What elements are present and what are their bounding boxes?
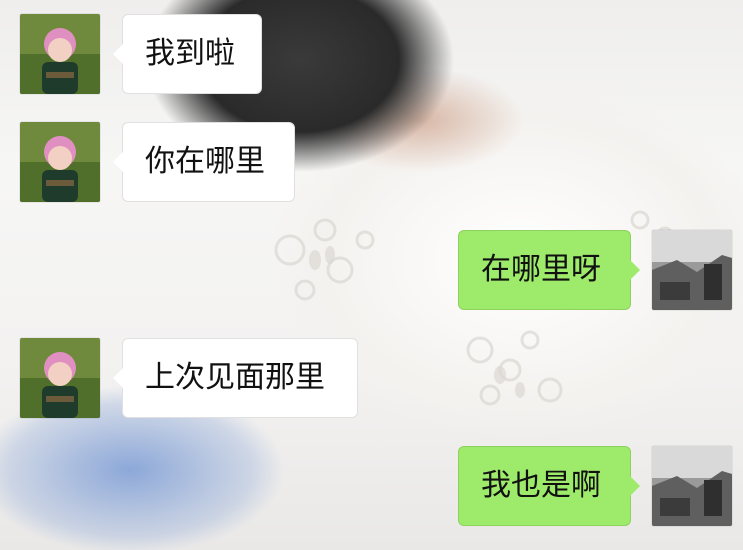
- friend-avatar[interactable]: [20, 338, 100, 418]
- chat-message-incoming: 上次见面那里: [20, 338, 358, 418]
- friend-avatar-image: [20, 14, 100, 94]
- self-avatar-image: [652, 230, 732, 310]
- incoming-message-bubble[interactable]: 我到啦: [113, 14, 262, 94]
- friend-avatar-image: [20, 338, 100, 418]
- friend-avatar[interactable]: [20, 122, 100, 202]
- self-avatar[interactable]: [652, 446, 732, 526]
- chat-message-incoming: 我到啦: [20, 14, 262, 94]
- self-avatar-image: [652, 446, 732, 526]
- friend-avatar-image: [20, 122, 100, 202]
- incoming-message-bubble[interactable]: 你在哪里: [113, 122, 295, 202]
- friend-avatar[interactable]: [20, 14, 100, 94]
- message-text: 你在哪里: [145, 144, 265, 179]
- outgoing-message-bubble[interactable]: 我也是啊: [458, 446, 640, 526]
- chat-message-incoming: 你在哪里: [20, 122, 295, 202]
- message-text: 上次见面那里: [145, 360, 325, 395]
- message-text: 在哪里呀: [481, 252, 601, 287]
- chat-message-outgoing: 我也是啊: [458, 446, 732, 526]
- self-avatar[interactable]: [652, 230, 732, 310]
- message-text: 我也是啊: [481, 468, 601, 503]
- chat-message-outgoing: 在哪里呀: [458, 230, 732, 310]
- outgoing-message-bubble[interactable]: 在哪里呀: [458, 230, 640, 310]
- message-text: 我到啦: [145, 36, 235, 71]
- incoming-message-bubble[interactable]: 上次见面那里: [113, 338, 358, 418]
